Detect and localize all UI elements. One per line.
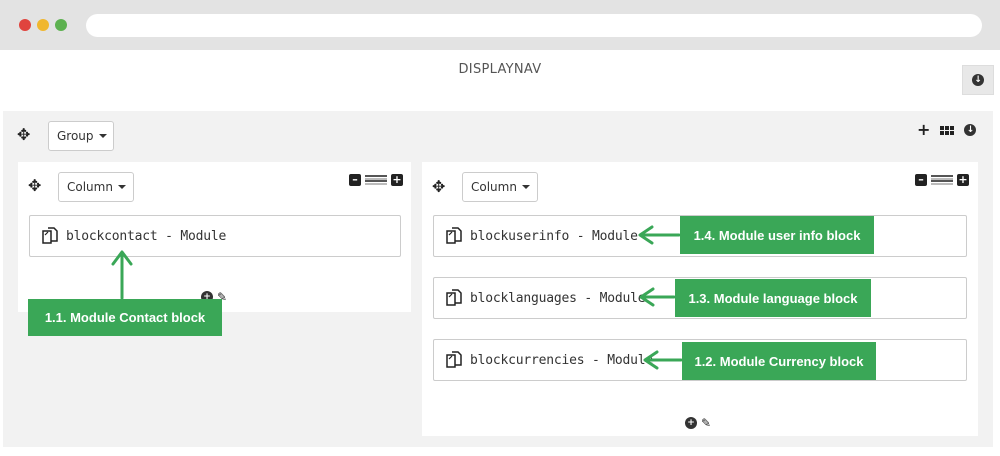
annotation-arrows	[111, 225, 683, 370]
arrow-left-to-language	[639, 287, 676, 307]
arrow-left-to-userinfo	[638, 225, 681, 245]
arrow-left-to-currency	[643, 350, 683, 370]
screenshot-frame: DISPLAYNAV ↓ ✥ Group + ↓ ✥ Column – + bl…	[0, 0, 1000, 456]
arrow-up-to-contact	[111, 250, 133, 300]
